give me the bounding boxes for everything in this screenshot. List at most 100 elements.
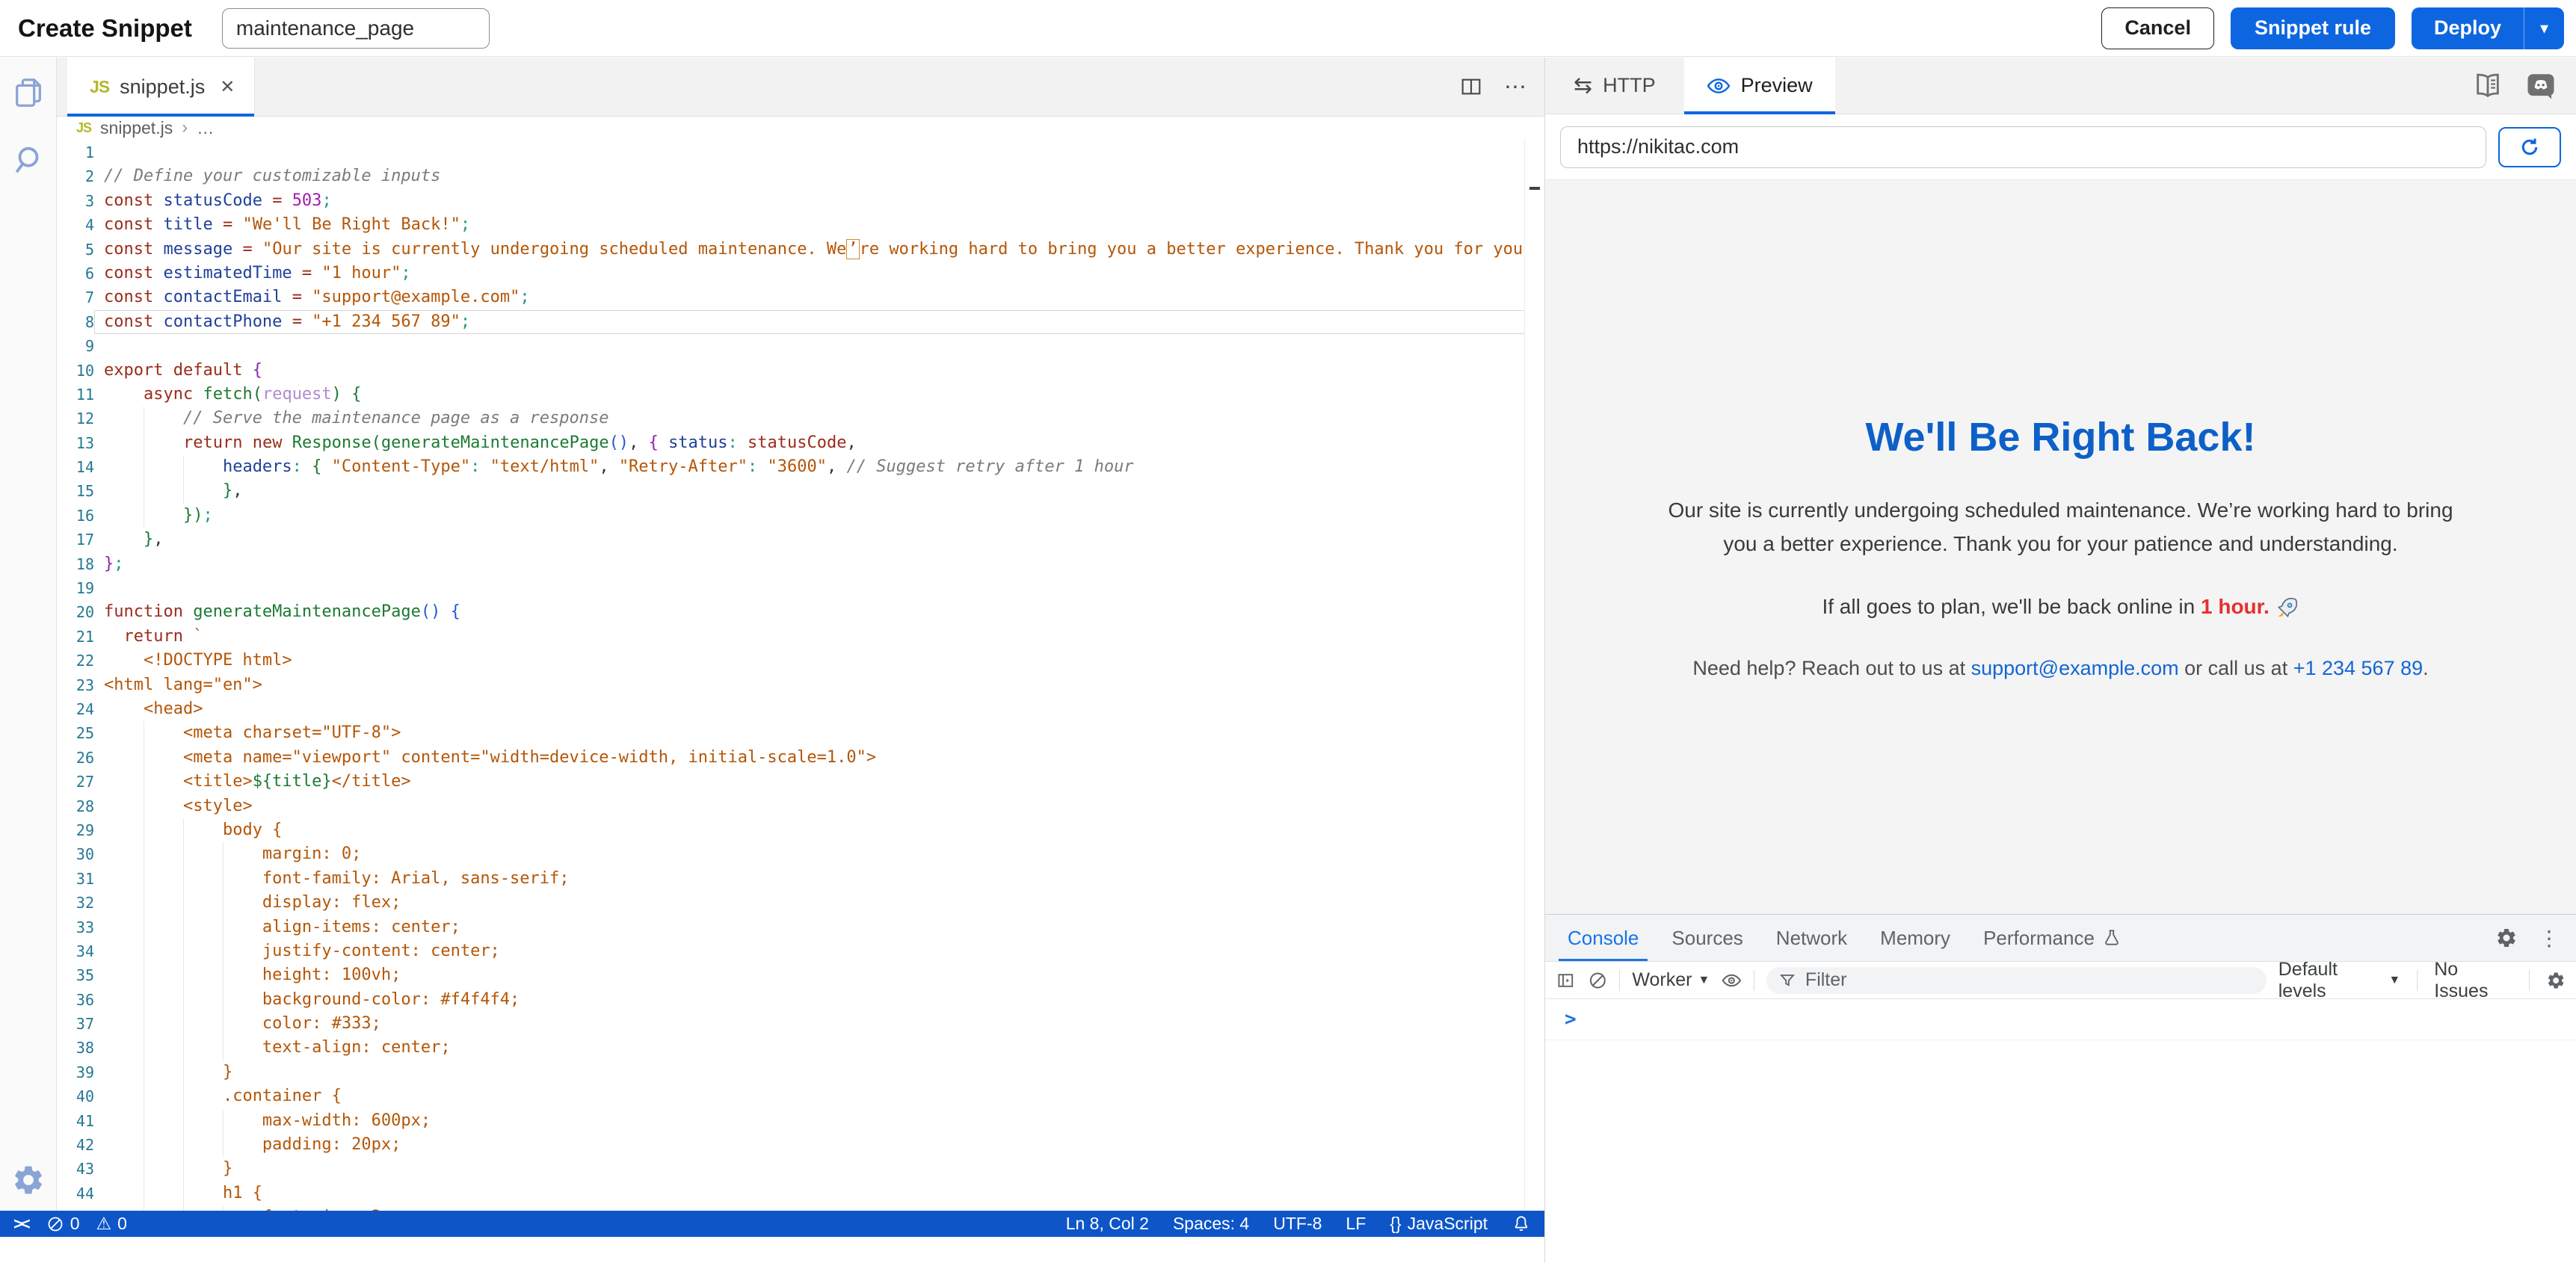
notifications-bell-icon[interactable] [1512, 1214, 1531, 1234]
code-line-34[interactable]: 34 justify-content: center; [57, 939, 1525, 963]
devtools-tab-console[interactable]: Console [1551, 915, 1655, 961]
code-line-17[interactable]: 17 }, [57, 528, 1525, 552]
cancel-button[interactable]: Cancel [2101, 7, 2214, 49]
code-line-3[interactable]: 3const statusCode = 503; [57, 189, 1525, 213]
console-input-row[interactable]: > [1545, 999, 2576, 1040]
devtools-tab-memory[interactable]: Memory [1864, 915, 1967, 961]
indent-guide [183, 1012, 184, 1036]
indent-guide [183, 479, 184, 503]
code-line-20[interactable]: 20function generateMaintenancePage() { [57, 600, 1525, 624]
code-line-21[interactable]: 21 return ` [57, 625, 1525, 649]
console-filter-input[interactable] [1804, 969, 2255, 992]
code-line-26[interactable]: 26 <meta name="viewport" content="width=… [57, 746, 1525, 770]
code-line-32[interactable]: 32 display: flex; [57, 891, 1525, 915]
breadcrumb-more[interactable]: … [197, 118, 214, 138]
code-line-35[interactable]: 35 height: 100vh; [57, 963, 1525, 987]
code-line-30[interactable]: 30 margin: 0; [57, 842, 1525, 866]
breadcrumb-file[interactable]: snippet.js [100, 118, 173, 138]
search-icon[interactable] [11, 143, 46, 177]
tab-preview[interactable]: Preview [1684, 58, 1835, 114]
kebab-menu-icon[interactable]: ⋮ [2539, 926, 2560, 951]
more-actions-icon[interactable]: ⋯ [1504, 74, 1528, 100]
code-line-37[interactable]: 37 color: #333; [57, 1012, 1525, 1036]
refresh-button[interactable] [2498, 127, 2561, 167]
deploy-dropdown-button[interactable]: ▾ [2524, 7, 2564, 49]
preview-url-bar [1545, 114, 2576, 180]
code-line-45[interactable]: 45 font-size: 2rem; [57, 1205, 1525, 1211]
indentation-setting[interactable]: Spaces: 4 [1173, 1214, 1249, 1234]
code-line-23[interactable]: 23<html lang="en"> [57, 673, 1525, 697]
code-line-43[interactable]: 43 } [57, 1157, 1525, 1181]
snippet-rule-button[interactable]: Snippet rule [2231, 7, 2395, 49]
code-line-16[interactable]: 16 }); [57, 504, 1525, 528]
code-line-44[interactable]: 44 h1 { [57, 1182, 1525, 1205]
console-output[interactable]: > [1545, 999, 2576, 1263]
code-line-25[interactable]: 25 <meta charset="UTF-8"> [57, 721, 1525, 745]
code-line-41[interactable]: 41 max-width: 600px; [57, 1109, 1525, 1133]
url-input[interactable] [1560, 126, 2486, 168]
console-sidebar-icon[interactable] [1556, 970, 1576, 991]
phone-link[interactable]: +1 234 567 89 [2293, 657, 2423, 679]
split-editor-icon[interactable] [1459, 75, 1483, 99]
code-line-31[interactable]: 31 font-family: Arial, sans-serif; [57, 867, 1525, 891]
tab-http[interactable]: ⇆ HTTP [1551, 58, 1678, 114]
code-line-11[interactable]: 11 async fetch(request) { [57, 383, 1525, 407]
code-line-10[interactable]: 10export default { [57, 359, 1525, 383]
editor-scrollbar[interactable] [1524, 139, 1544, 1211]
discord-icon[interactable] [2525, 70, 2557, 102]
code-line-7[interactable]: 7const contactEmail = "support@example.c… [57, 285, 1525, 309]
files-icon[interactable] [11, 75, 46, 110]
console-settings-gear-icon[interactable] [2546, 970, 2566, 991]
code-line-38[interactable]: 38 text-align: center; [57, 1036, 1525, 1060]
code-line-13[interactable]: 13 return new Response(generateMaintenan… [57, 431, 1525, 455]
issues-status[interactable]: No Issues [2434, 959, 2512, 1002]
deploy-button[interactable]: Deploy [2412, 7, 2524, 49]
problems-status[interactable]: 0 ⚠ 0 [46, 1214, 127, 1234]
active-tab-indicator [1684, 111, 1835, 114]
code-line-9[interactable]: 9 [57, 334, 1525, 358]
devtools-tab-sources[interactable]: Sources [1655, 915, 1759, 961]
console-context-select[interactable]: Worker ▼ [1632, 969, 1710, 991]
code-line-5[interactable]: 5const message = "Our site is currently … [57, 238, 1525, 262]
code-line-6[interactable]: 6const estimatedTime = "1 hour"; [57, 262, 1525, 285]
code-line-33[interactable]: 33 align-items: center; [57, 915, 1525, 939]
devtools-tab-performance[interactable]: Performance [1967, 915, 2138, 961]
clear-console-icon[interactable] [1588, 970, 1608, 991]
code-line-28[interactable]: 28 <style> [57, 794, 1525, 818]
code-line-24[interactable]: 24 <head> [57, 697, 1525, 721]
code-line-4[interactable]: 4const title = "We'll Be Right Back!"; [57, 213, 1525, 237]
snippet-name-input[interactable] [222, 8, 490, 49]
remote-indicator-icon[interactable]: >< [13, 1214, 28, 1234]
code-line-8[interactable]: 8const contactPhone = "+1 234 567 89"; [57, 310, 1525, 334]
live-expression-eye-icon[interactable] [1722, 970, 1742, 991]
code-line-39[interactable]: 39 } [57, 1060, 1525, 1084]
devtools-tab-network[interactable]: Network [1760, 915, 1864, 961]
code-line-2[interactable]: 2// Define your customizable inputs [57, 164, 1525, 188]
devtools-settings-gear-icon[interactable] [2495, 927, 2518, 949]
code-line-14[interactable]: 14 headers: { "Content-Type": "text/html… [57, 455, 1525, 479]
docs-book-icon[interactable] [2473, 71, 2503, 101]
code-line-1[interactable]: 1 [57, 140, 1525, 164]
code-line-40[interactable]: 40 .container { [57, 1084, 1525, 1108]
code-line-19[interactable]: 19 [57, 576, 1525, 600]
code-line-18[interactable]: 18}; [57, 552, 1525, 576]
code-line-22[interactable]: 22 <!DOCTYPE html> [57, 649, 1525, 673]
encoding-setting[interactable]: UTF-8 [1273, 1214, 1322, 1234]
code-line-42[interactable]: 42 padding: 20px; [57, 1133, 1525, 1157]
line-number: 21 [57, 625, 94, 649]
close-icon[interactable]: ✕ [220, 76, 235, 98]
cursor-position[interactable]: Ln 8, Col 2 [1066, 1214, 1149, 1234]
code-line-15[interactable]: 15 }, [57, 479, 1525, 503]
breadcrumb[interactable]: JS snippet.js › … [57, 117, 1544, 139]
support-email-link[interactable]: support@example.com [1971, 657, 2179, 679]
code-editor[interactable]: 12// Define your customizable inputs3con… [57, 139, 1544, 1211]
eol-setting[interactable]: LF [1346, 1214, 1366, 1234]
code-line-27[interactable]: 27 <title>${title}</title> [57, 770, 1525, 794]
code-line-36[interactable]: 36 background-color: #f4f4f4; [57, 988, 1525, 1012]
language-mode[interactable]: {} JavaScript [1390, 1214, 1488, 1234]
code-line-29[interactable]: 29 body { [57, 818, 1525, 842]
tab-snippet-js[interactable]: JS snippet.js ✕ [67, 58, 255, 116]
log-levels-select[interactable]: Default levels ▼ [2278, 959, 2401, 1002]
code-line-12[interactable]: 12 // Serve the maintenance page as a re… [57, 407, 1525, 430]
settings-gear-icon[interactable] [11, 1163, 46, 1197]
